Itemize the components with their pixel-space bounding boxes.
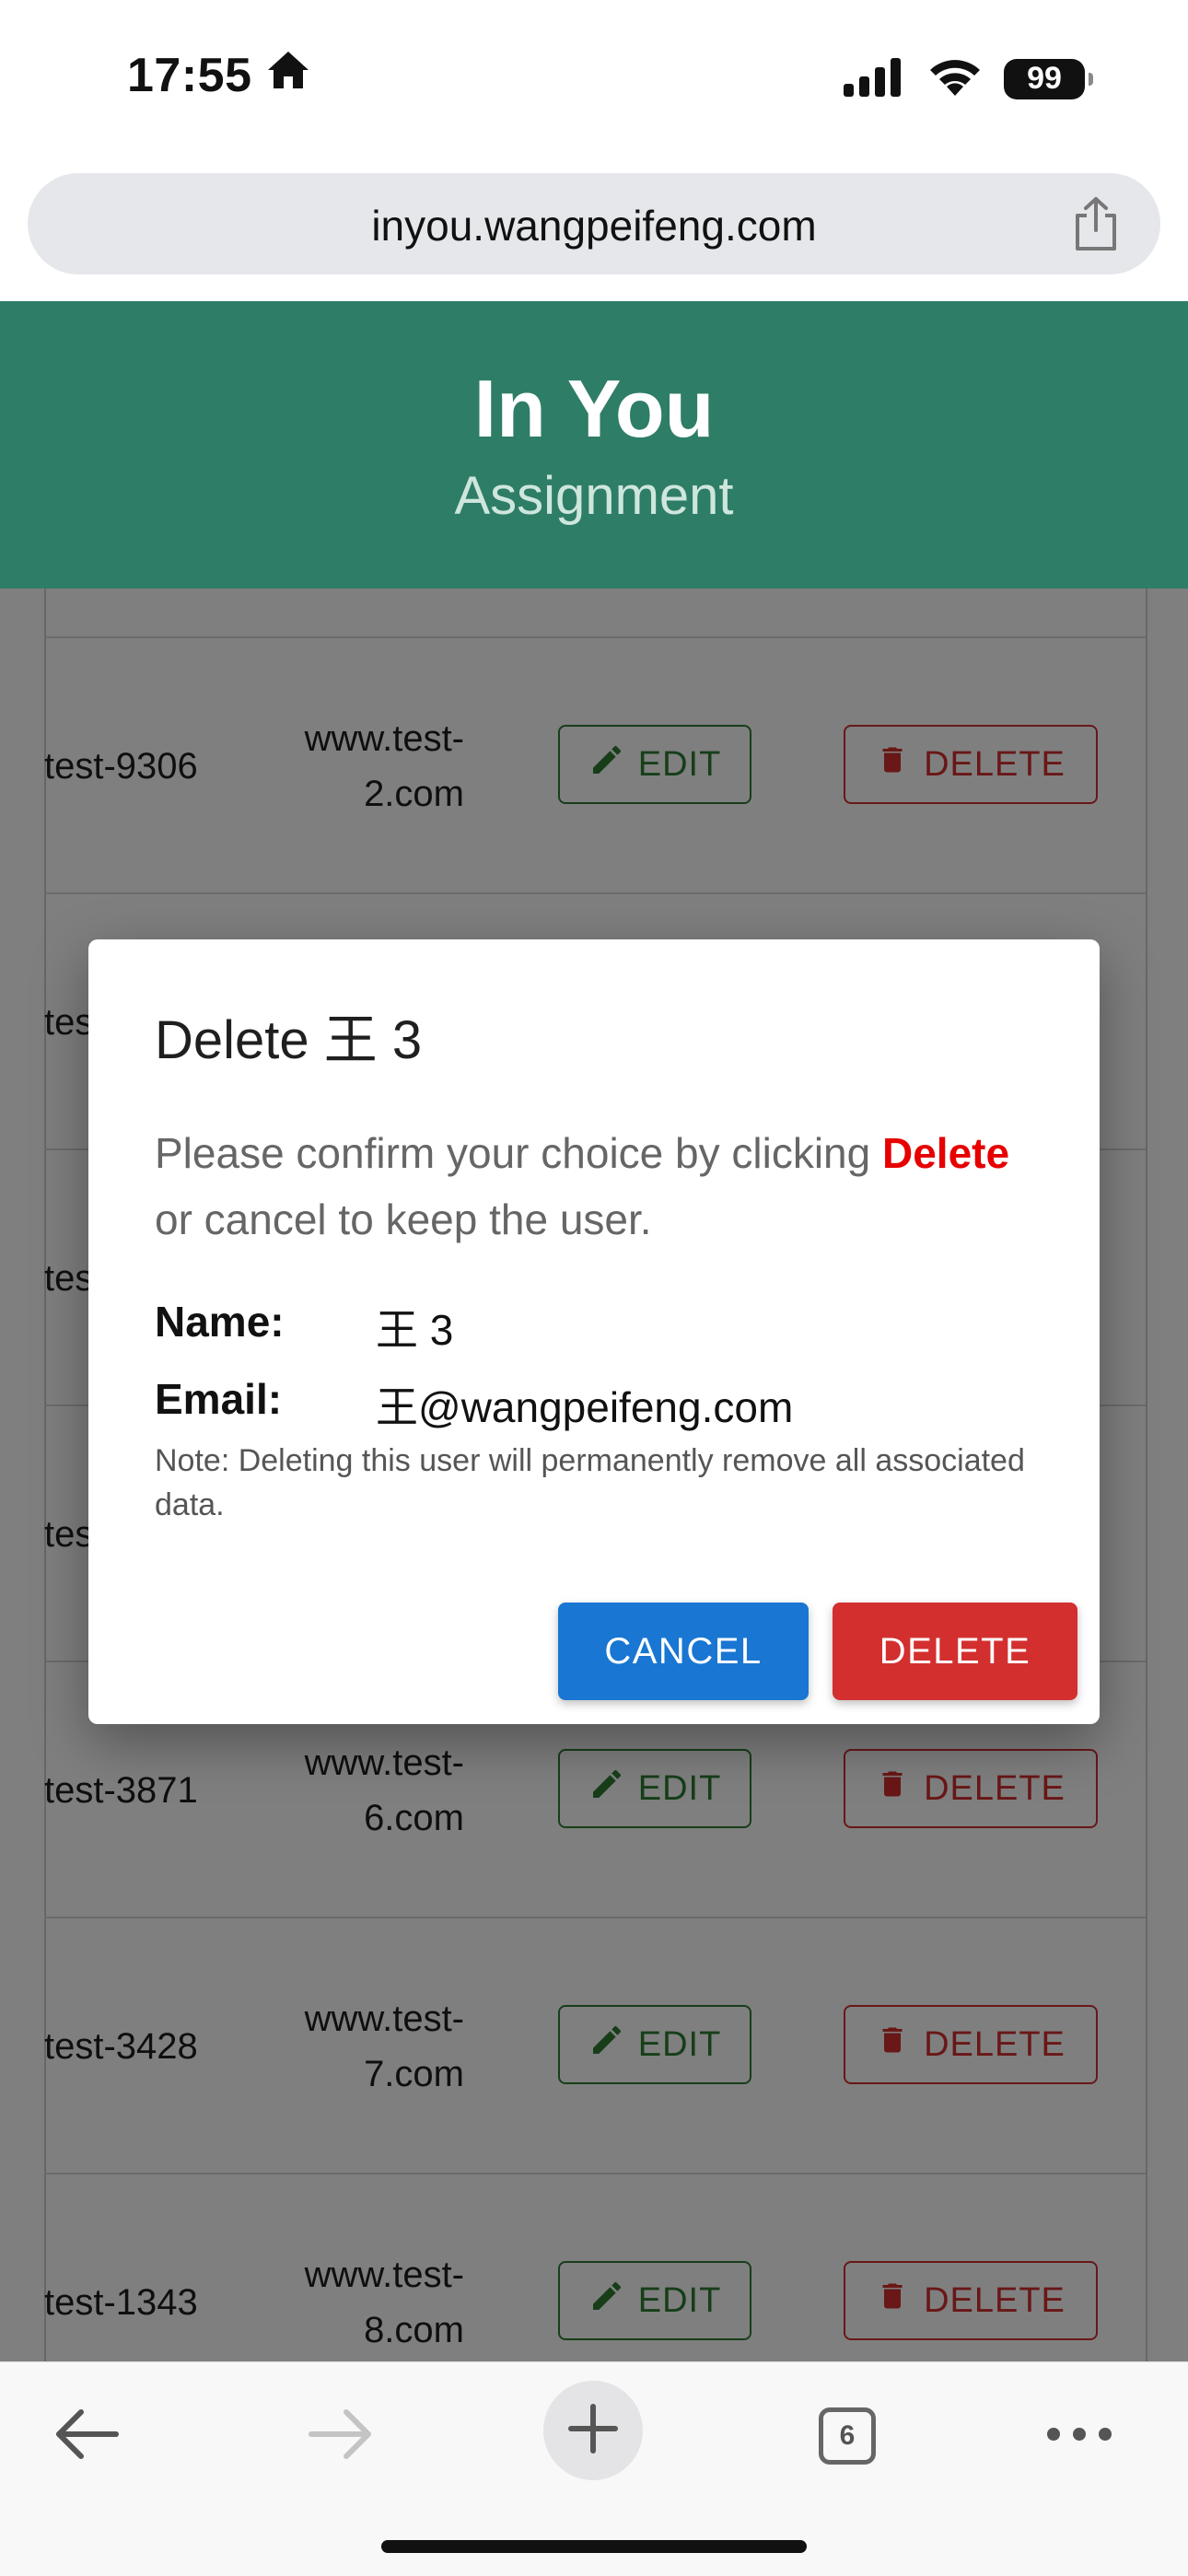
home-indicator xyxy=(381,2540,807,2553)
address-bar[interactable]: inyou.wangpeifeng.com xyxy=(28,173,1160,274)
name-value: 王 3 xyxy=(376,1306,454,1354)
status-time-group: 17:55 xyxy=(127,48,311,103)
dialog-message-after: or cancel to keep the user. xyxy=(155,1195,652,1243)
tabs-button[interactable]: 6 xyxy=(792,2381,903,2491)
app-title: In You xyxy=(473,363,715,454)
back-button[interactable] xyxy=(31,2381,142,2491)
dialog-message-emphasis: Delete xyxy=(882,1129,1010,1177)
url-text[interactable]: inyou.wangpeifeng.com xyxy=(28,201,1160,251)
plus-icon xyxy=(567,2403,619,2459)
home-icon xyxy=(265,48,311,103)
share-icon[interactable] xyxy=(1070,195,1122,257)
email-value: 王@wangpeifeng.com xyxy=(376,1383,794,1431)
name-label: Name: xyxy=(155,1298,285,1346)
status-indicators: 99 xyxy=(842,55,1093,102)
dialog-message-before: Please confirm your choice by clicking xyxy=(155,1129,882,1177)
forward-arrow-icon xyxy=(308,2408,374,2465)
status-bar: 17:55 99 xyxy=(0,0,1188,166)
confirm-delete-button[interactable]: DELETE xyxy=(833,1603,1077,1700)
signal-icon xyxy=(842,56,906,101)
back-arrow-icon xyxy=(53,2408,120,2465)
app-subtitle: Assignment xyxy=(454,466,734,526)
tab-count: 6 xyxy=(819,2407,876,2465)
dialog-message: Please confirm your choice by clicking D… xyxy=(155,1120,1039,1253)
cancel-button[interactable]: CANCEL xyxy=(558,1603,809,1700)
more-dots-icon xyxy=(1046,2427,1112,2446)
forward-button[interactable] xyxy=(285,2381,396,2491)
dialog-note: Note: Deleting this user will permanentl… xyxy=(155,1443,1025,1522)
delete-user-dialog: Delete 王 3 Please confirm your choice by… xyxy=(88,939,1100,1724)
battery-icon: 99 xyxy=(1004,58,1093,99)
wifi-icon xyxy=(926,55,984,102)
email-label: Email: xyxy=(155,1375,283,1423)
more-button[interactable] xyxy=(1024,2381,1135,2491)
app-header: In You Assignment xyxy=(0,301,1188,589)
status-time: 17:55 xyxy=(127,49,252,102)
dialog-title: Delete 王 3 xyxy=(155,1010,423,1070)
new-tab-button[interactable] xyxy=(543,2381,643,2480)
